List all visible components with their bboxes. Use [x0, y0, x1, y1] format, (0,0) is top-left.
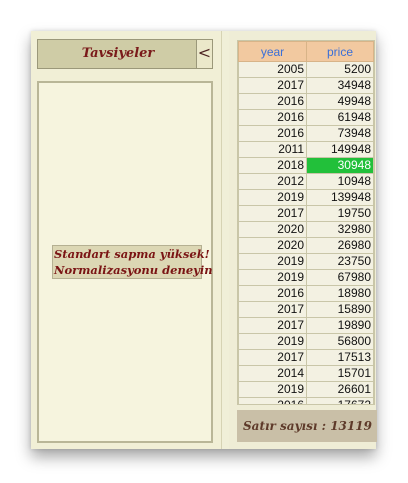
- cell-year[interactable]: 2019: [238, 381, 307, 398]
- table-header-row: year price: [238, 41, 374, 62]
- data-table-scroll[interactable]: year price 2005 5200 2017 34948 2016 49948 201…: [237, 40, 375, 405]
- cell-price[interactable]: 19890: [306, 317, 374, 334]
- cell-price[interactable]: 18980: [306, 285, 374, 302]
- cell-year[interactable]: 2012: [238, 173, 307, 190]
- table-row: 2016 73948: [238, 125, 374, 142]
- cell-price[interactable]: 56800: [306, 333, 374, 350]
- cell-price[interactable]: 15890: [306, 301, 374, 318]
- cell-price[interactable]: 19750: [306, 205, 374, 222]
- cell-year[interactable]: 2016: [238, 109, 307, 126]
- cell-price[interactable]: 10948: [306, 173, 374, 190]
- table-row: 2005 5200: [238, 61, 374, 78]
- cell-year[interactable]: 2019: [238, 269, 307, 286]
- column-header-year[interactable]: year: [238, 41, 307, 62]
- cell-price[interactable]: 49948: [306, 93, 374, 110]
- recommendations-header: Tavsiyeler <: [37, 39, 213, 69]
- cell-year[interactable]: 2017: [238, 77, 307, 94]
- table-row: 2017 34948: [238, 77, 374, 94]
- cell-price[interactable]: 17513: [306, 349, 374, 366]
- recommendation-message: Standart sapma yüksek! Normalizasyonu de…: [52, 245, 213, 279]
- table-row: 2020 32980: [238, 221, 374, 238]
- cell-year[interactable]: 2019: [238, 253, 307, 270]
- app-window: Tavsiyeler < Standart sapma yüksek! Norm…: [31, 31, 377, 449]
- cell-price[interactable]: 73948: [306, 125, 374, 142]
- cell-year[interactable]: 2019: [238, 189, 307, 206]
- table-body: 2005 5200 2017 34948 2016 49948 2016 61948 2016 7…: [238, 61, 374, 404]
- table-row: 2019 26601: [238, 381, 374, 398]
- cell-year[interactable]: 2005: [238, 61, 307, 78]
- cell-price[interactable]: 149948: [306, 141, 374, 158]
- table-row: 2019 139948: [238, 189, 374, 206]
- table-row: 2012 10948: [238, 173, 374, 190]
- row-count-footer: Satır sayısı : 13119: [237, 410, 377, 442]
- column-header-price[interactable]: price: [306, 41, 374, 62]
- table-row: 2016 18980: [238, 285, 374, 302]
- cell-year[interactable]: 2014: [238, 365, 307, 382]
- table-row: 2011 149948: [238, 141, 374, 158]
- recommendations-title: Tavsiyeler: [81, 46, 155, 61]
- table-row: 2017 19750: [238, 205, 374, 222]
- table-row: 2019 23750: [238, 253, 374, 270]
- cell-price[interactable]: 26601: [306, 381, 374, 398]
- cell-year[interactable]: 2020: [238, 221, 307, 238]
- table-row: 2020 26980: [238, 237, 374, 254]
- cell-price[interactable]: 26980: [306, 237, 374, 254]
- table-row: 2018 30948: [238, 157, 374, 174]
- cell-price[interactable]: 15701: [306, 365, 374, 382]
- recommendations-panel: Tavsiyeler < Standart sapma yüksek! Norm…: [31, 31, 222, 449]
- collapse-panel-button[interactable]: <: [196, 40, 212, 68]
- cell-price[interactable]: 30948: [306, 157, 374, 174]
- cell-year[interactable]: 2017: [238, 349, 307, 366]
- cell-price[interactable]: 34948: [306, 77, 374, 94]
- table-row: 2019 56800: [238, 333, 374, 350]
- table-row: 2016 61948: [238, 109, 374, 126]
- cell-price[interactable]: 5200: [306, 61, 374, 78]
- cell-price[interactable]: 32980: [306, 221, 374, 238]
- recommendation-message-line1: Standart sapma yüksek!: [54, 247, 210, 261]
- data-table: year price 2005 5200 2017 34948 2016 49948 201…: [238, 41, 374, 404]
- cell-year[interactable]: 2016: [238, 125, 307, 142]
- cell-year[interactable]: 2017: [238, 301, 307, 318]
- cell-year[interactable]: 2019: [238, 333, 307, 350]
- table-row: 2014 15701: [238, 365, 374, 382]
- cell-year[interactable]: 2017: [238, 317, 307, 334]
- cell-year[interactable]: 2016: [238, 93, 307, 110]
- cell-year[interactable]: 2018: [238, 157, 307, 174]
- cell-price[interactable]: 61948: [306, 109, 374, 126]
- cell-year[interactable]: 2011: [238, 141, 307, 158]
- table-row: 2017 17513: [238, 349, 374, 366]
- recommendation-message-line2: Normalizasyonu deneyin: [54, 263, 213, 277]
- cell-year[interactable]: 2016: [238, 397, 307, 404]
- cell-price[interactable]: 67980: [306, 269, 374, 286]
- table-row: 2019 67980: [238, 269, 374, 286]
- cell-price[interactable]: 17672: [306, 397, 374, 404]
- data-panel: year price 2005 5200 2017 34948 2016 49948 201…: [229, 31, 377, 449]
- recommendations-body: Standart sapma yüksek! Normalizasyonu de…: [37, 81, 213, 443]
- cell-price[interactable]: 23750: [306, 253, 374, 270]
- cell-year[interactable]: 2020: [238, 237, 307, 254]
- cell-year[interactable]: 2017: [238, 205, 307, 222]
- table-row: 2017 15890: [238, 301, 374, 318]
- table-row: 2017 19890: [238, 317, 374, 334]
- cell-year[interactable]: 2016: [238, 285, 307, 302]
- cell-price[interactable]: 139948: [306, 189, 374, 206]
- table-row: 2016 49948: [238, 93, 374, 110]
- table-row: 2016 17672: [238, 397, 374, 404]
